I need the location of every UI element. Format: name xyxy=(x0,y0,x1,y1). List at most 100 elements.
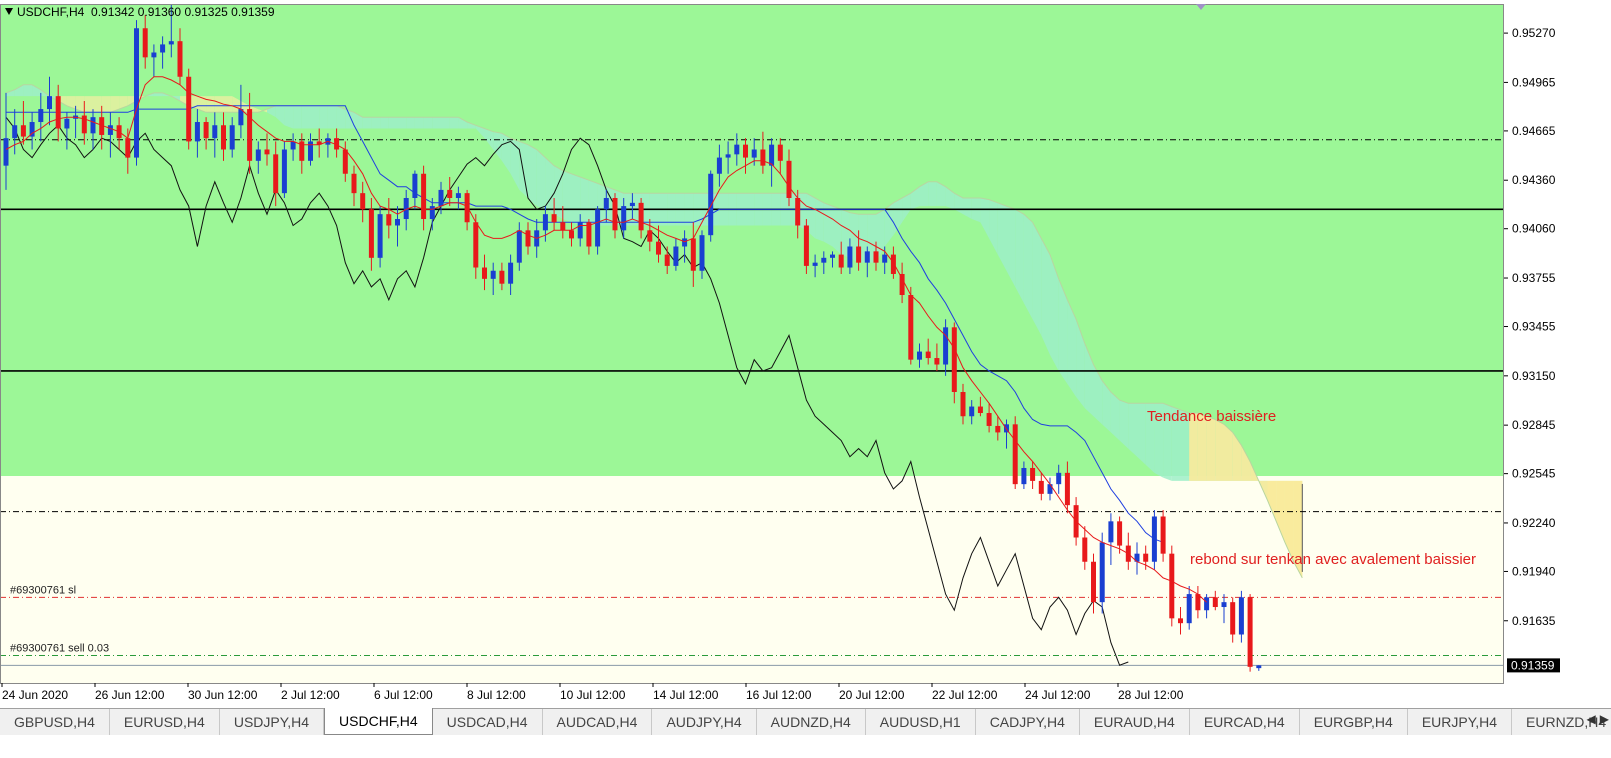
cloud-segment xyxy=(101,96,111,113)
candle-bearish xyxy=(934,358,940,365)
dropdown-triangle-icon[interactable] xyxy=(5,8,13,15)
candle-bullish xyxy=(1056,472,1062,485)
candle-bullish xyxy=(917,351,922,360)
candle-bearish xyxy=(795,198,801,226)
candle-bullish xyxy=(1204,597,1210,611)
candle-bullish xyxy=(151,52,157,58)
tab-cadjpy-h4[interactable]: CADJPY,H4 xyxy=(976,709,1080,735)
tab-usdcad-h4[interactable]: USDCAD,H4 xyxy=(433,709,543,735)
candle-bearish xyxy=(447,189,453,198)
tab-usdchf-h4[interactable]: USDCHF,H4 xyxy=(324,708,433,735)
cloud-segment xyxy=(562,170,572,223)
candle-bullish xyxy=(64,118,70,129)
candle-bullish xyxy=(290,141,296,150)
candle-bearish xyxy=(464,193,470,223)
tab-eurusd-h4[interactable]: EURUSD,H4 xyxy=(110,709,220,735)
candle-bullish xyxy=(734,144,740,155)
candle-bullish xyxy=(47,96,52,110)
candle-bullish xyxy=(90,117,96,134)
candle-bearish xyxy=(1212,597,1218,608)
candle-bearish xyxy=(690,238,696,271)
candle-bullish xyxy=(1186,594,1192,624)
candle-bearish xyxy=(638,202,644,231)
y-tick-label: 0.92545 xyxy=(1512,467,1556,481)
candle-bearish xyxy=(925,351,931,359)
cloud-segment xyxy=(971,198,981,223)
tab-gbpusd-h4[interactable]: GBPUSD,H4 xyxy=(0,709,110,735)
candle-bearish xyxy=(473,222,479,268)
candle-bullish xyxy=(238,109,244,126)
candle-bullish xyxy=(438,189,444,207)
y-tick-label: 0.94360 xyxy=(1512,173,1556,187)
tab-audcad-h4[interactable]: AUDCAD,H4 xyxy=(543,709,653,735)
candle-bullish xyxy=(725,154,731,158)
candle-bearish xyxy=(360,193,366,210)
candle-bearish xyxy=(873,251,879,263)
candle-bearish xyxy=(1160,516,1166,554)
x-tick-label: 24 Jul 12:00 xyxy=(1025,688,1091,702)
candle-bullish xyxy=(1238,597,1244,635)
candle-bearish xyxy=(656,241,661,255)
candle-bearish xyxy=(482,267,487,279)
arrow-right-icon[interactable]: ▶ xyxy=(1600,712,1609,726)
tab-audnzd-h4[interactable]: AUDNZD,H4 xyxy=(757,709,866,735)
tab-audjpy-h4[interactable]: AUDJPY,H4 xyxy=(652,709,757,735)
candle-bearish xyxy=(551,214,557,223)
tab-eurjpy-h4[interactable]: EURJPY,H4 xyxy=(1408,709,1513,735)
cloud-segment xyxy=(293,105,302,129)
cloud-segment xyxy=(319,105,328,129)
candle-bearish xyxy=(647,230,653,242)
x-tick-label: 10 Jul 12:00 xyxy=(560,688,626,702)
candle-bearish xyxy=(1030,467,1036,481)
candle-bearish xyxy=(421,173,427,220)
candle-bullish xyxy=(255,149,261,161)
y-tick-label: 0.93455 xyxy=(1512,320,1556,334)
candle-bullish xyxy=(577,222,583,239)
tab-eurcad-h4[interactable]: EURCAD,H4 xyxy=(1190,709,1300,735)
cloud-segment xyxy=(327,105,337,129)
candle-bearish xyxy=(1082,537,1088,562)
tab-usdjpy-h4[interactable]: USDJPY,H4 xyxy=(220,709,325,735)
candle-bearish xyxy=(838,254,844,268)
candle-bearish xyxy=(1012,424,1018,485)
tab-eurgbp-h4[interactable]: EURGBP,H4 xyxy=(1300,709,1408,735)
y-tick-label: 0.95270 xyxy=(1512,26,1556,40)
candle-bullish xyxy=(455,193,461,198)
y-tick-label: 0.94060 xyxy=(1512,222,1556,236)
cloud-segment xyxy=(301,105,311,129)
candle-bearish xyxy=(890,254,896,274)
candle-bullish xyxy=(3,138,9,166)
candle-bullish xyxy=(395,219,400,226)
green-zone xyxy=(0,4,1504,477)
chart-window[interactable]: #69300761 sl #69300761 sell 0.03 Tendance … xyxy=(0,0,1611,706)
candle-bearish xyxy=(273,154,279,194)
candle-bullish xyxy=(168,41,174,45)
cloud-segment xyxy=(536,149,546,210)
x-tick-label: 2 Jul 12:00 xyxy=(281,688,340,702)
cloud-segment xyxy=(284,105,294,129)
candle-bearish xyxy=(664,254,670,266)
candle-bearish xyxy=(960,392,966,417)
candle-bearish xyxy=(1169,553,1175,619)
candle-bearish xyxy=(1247,597,1253,667)
candle-bullish xyxy=(629,202,635,207)
candle-bullish xyxy=(673,246,679,266)
x-tick-label: 20 Jul 12:00 xyxy=(839,688,905,702)
candle-bullish xyxy=(1256,665,1262,669)
candle-bullish xyxy=(830,254,835,258)
cloud-segment xyxy=(1119,400,1129,449)
candle-bullish xyxy=(281,149,287,194)
candle-bullish xyxy=(38,109,44,123)
x-tick-label: 6 Jul 12:00 xyxy=(374,688,433,702)
y-tick-label: 0.91940 xyxy=(1512,564,1556,578)
tab-audusd-h1[interactable]: AUDUSD,H1 xyxy=(866,709,976,735)
x-tick-label: 16 Jul 12:00 xyxy=(746,688,812,702)
candle-bullish xyxy=(212,125,218,139)
x-tick-label: 14 Jul 12:00 xyxy=(653,688,719,702)
cloud-segment xyxy=(449,117,459,129)
candle-bullish xyxy=(1221,602,1227,608)
arrow-left-icon[interactable]: ◀ xyxy=(1587,712,1596,726)
candle-bearish xyxy=(342,149,348,174)
tab-euraud-h4[interactable]: EURAUD,H4 xyxy=(1080,709,1190,735)
price-chart[interactable]: #69300761 sl #69300761 sell 0.03 Tendance … xyxy=(0,0,1611,706)
